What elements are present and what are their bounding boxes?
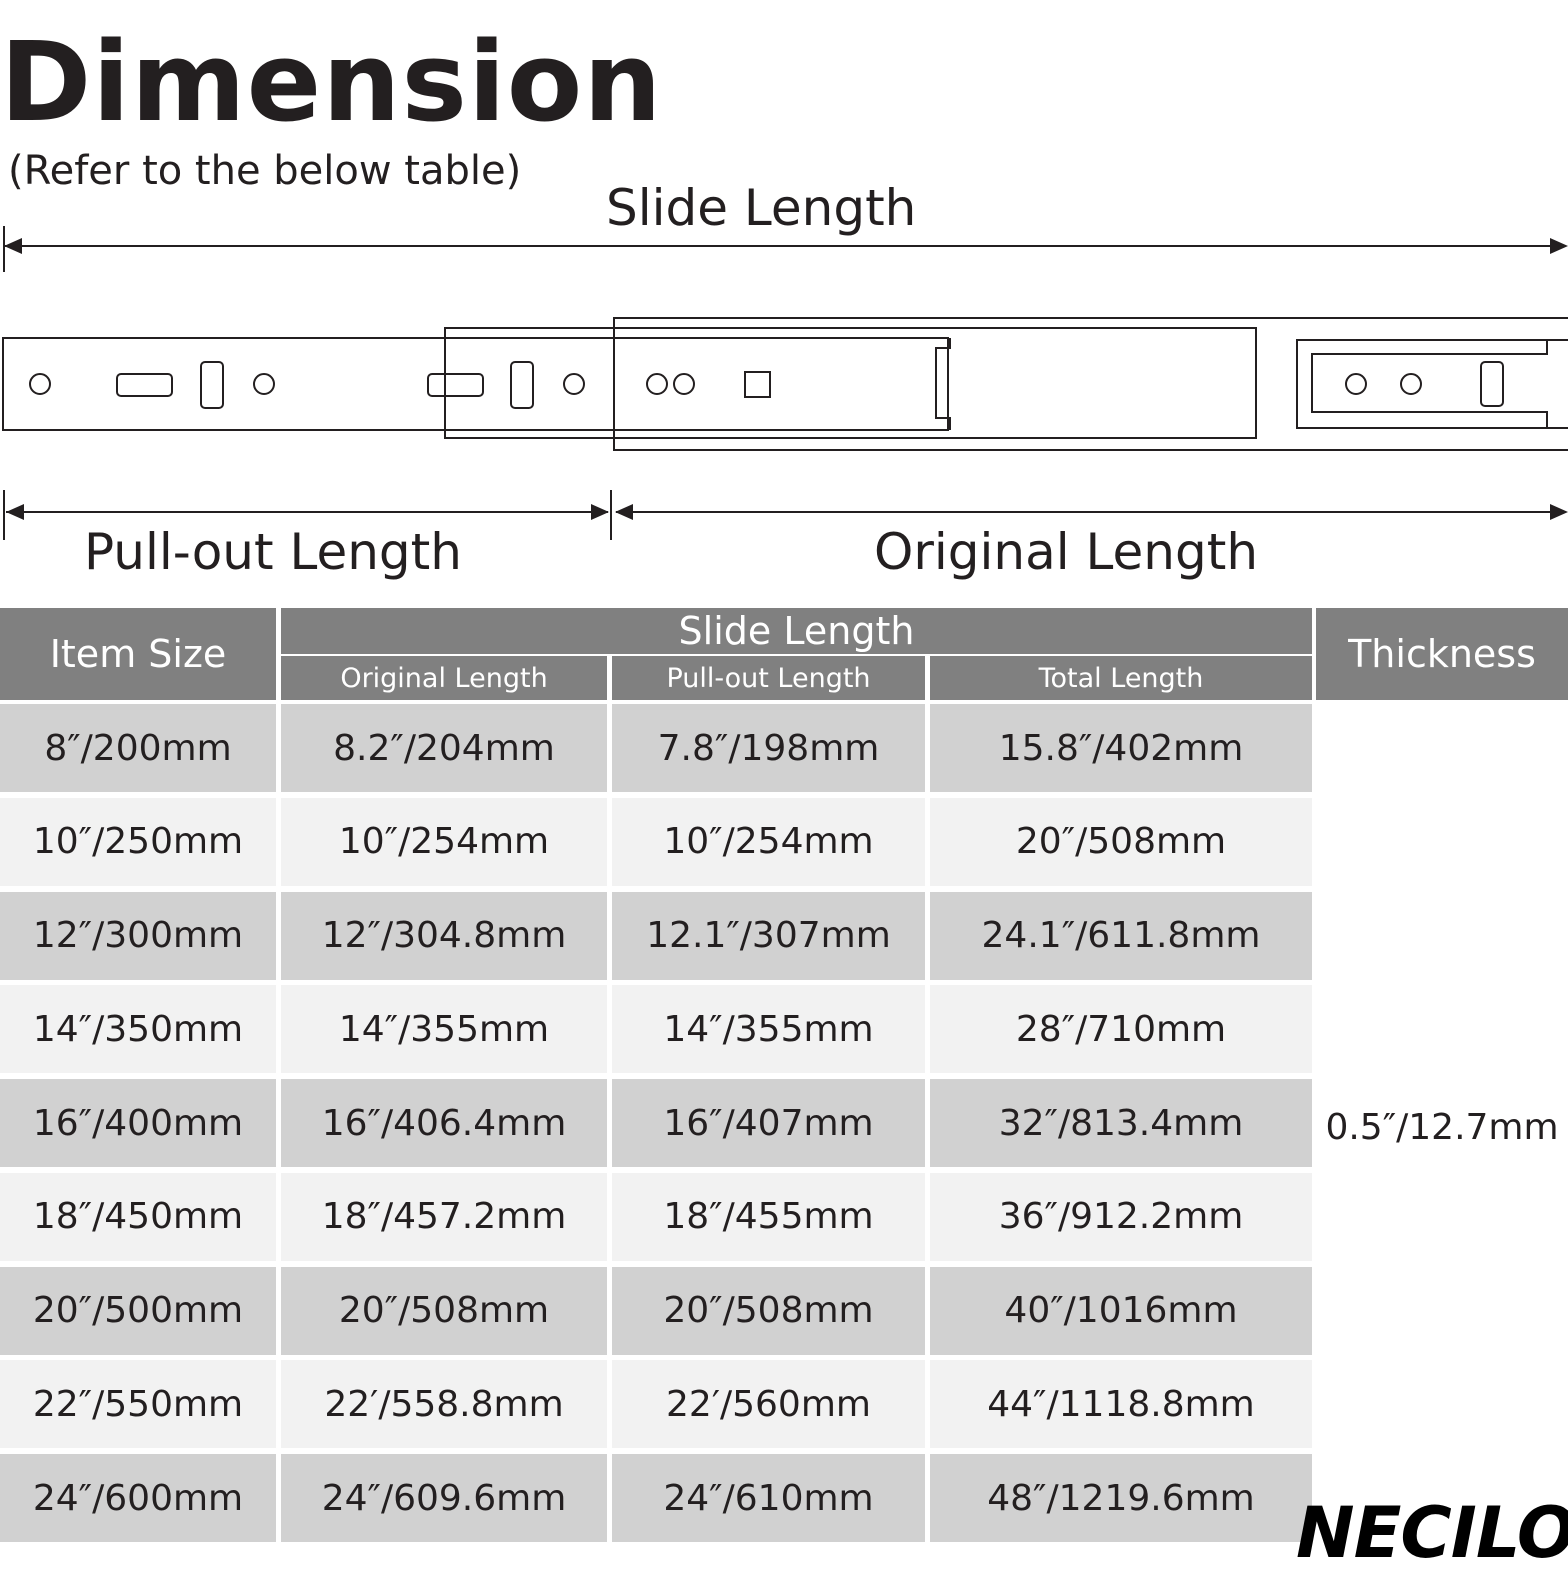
thickness-value: 0.5″/12.7mm: [1316, 704, 1568, 1550]
total-length-cell: 20″/508mm: [930, 797, 1312, 886]
total-length-cell: 36″/912.2mm: [930, 1172, 1312, 1261]
original-length-cell: 22′/558.8mm: [281, 1360, 607, 1449]
item-size-cell: 22″/550mm: [0, 1360, 276, 1449]
rail-slot: [510, 361, 534, 409]
header-item-size: Item Size: [0, 608, 276, 700]
header-original-length: Original Length: [281, 656, 607, 700]
header-slide-length: Slide Length: [281, 608, 1312, 654]
arrowhead-left-icon: [615, 504, 633, 520]
item-size-cell: 14″/350mm: [0, 985, 276, 1074]
bracket-hole: [1400, 373, 1422, 395]
rail-hole: [29, 373, 51, 395]
middle-rail: [444, 327, 1257, 439]
item-size-cell: 20″/500mm: [0, 1266, 276, 1355]
header-total-length: Total Length: [930, 656, 1312, 700]
item-size-cell: 24″/600mm: [0, 1454, 276, 1542]
total-length-cell: 15.8″/402mm: [930, 704, 1312, 792]
item-size-cell: 10″/250mm: [0, 797, 276, 886]
total-length-cell: 24.1″/611.8mm: [930, 891, 1312, 980]
item-size-cell: 12″/300mm: [0, 891, 276, 980]
original-length-cell: 10″/254mm: [281, 797, 607, 886]
original-length-cell: 12″/304.8mm: [281, 891, 607, 980]
rail-square-hole: [744, 371, 771, 398]
arrowhead-right-icon: [1550, 504, 1568, 520]
arrowhead-right-icon: [1550, 238, 1568, 254]
rail-slot: [427, 373, 484, 397]
item-size-cell: 8″/200mm: [0, 704, 276, 792]
rail-hole: [563, 373, 585, 395]
header-thickness: Thickness: [1316, 608, 1568, 700]
drawer-slide-diagram: [2, 226, 1568, 540]
dimension-table: Item Size Slide Length Original Length P…: [0, 608, 1568, 1568]
rail-slot: [116, 373, 173, 397]
pullout-length-cell: 10″/254mm: [612, 797, 925, 886]
bracket-slot: [1480, 361, 1504, 407]
original-length-cell: 8.2″/204mm: [281, 704, 607, 792]
pullout-length-cell: 24″/610mm: [612, 1454, 925, 1542]
original-length-cell: 24″/609.6mm: [281, 1454, 607, 1542]
arrowhead-left-icon: [4, 238, 22, 254]
bracket-hole: [1345, 373, 1367, 395]
pullout-length-cell: 20″/508mm: [612, 1266, 925, 1355]
total-length-cell: 40″/1016mm: [930, 1266, 1312, 1355]
pullout-length-cell: 18″/455mm: [612, 1172, 925, 1261]
pullout-length-cell: 14″/355mm: [612, 985, 925, 1074]
rail-hole: [646, 373, 668, 395]
pullout-length-cell: 12.1″/307mm: [612, 891, 925, 980]
total-length-cell: 44″/1118.8mm: [930, 1360, 1312, 1449]
rail-slot: [200, 361, 224, 409]
arrowhead-right-icon: [591, 504, 609, 520]
total-length-cell: 28″/710mm: [930, 985, 1312, 1074]
pullout-length-cell: 22′/560mm: [612, 1360, 925, 1449]
header-pullout-length: Pull-out Length: [612, 656, 925, 700]
original-length-cell: 20″/508mm: [281, 1266, 607, 1355]
rail-hole: [673, 373, 695, 395]
total-length-cell: 48″/1219.6mm: [930, 1454, 1312, 1542]
brand-logo: NECILO: [1296, 1492, 1568, 1574]
item-size-cell: 18″/450mm: [0, 1172, 276, 1261]
original-length-cell: 16″/406.4mm: [281, 1079, 607, 1167]
original-length-label: Original Length: [874, 523, 1259, 581]
original-length-cell: 14″/355mm: [281, 985, 607, 1074]
original-length-cell: 18″/457.2mm: [281, 1172, 607, 1261]
pullout-length-label: Pull-out Length: [84, 523, 462, 581]
slide-length-label: Slide Length: [606, 179, 917, 237]
rail-hole: [253, 373, 275, 395]
pullout-length-cell: 7.8″/198mm: [612, 704, 925, 792]
arrowhead-left-icon: [6, 504, 24, 520]
item-size-cell: 16″/400mm: [0, 1079, 276, 1167]
end-bracket-inner: [1311, 340, 1548, 428]
inner-rail: [2, 337, 949, 431]
total-length-cell: 32″/813.4mm: [930, 1079, 1312, 1167]
pullout-length-cell: 16″/407mm: [612, 1079, 925, 1167]
